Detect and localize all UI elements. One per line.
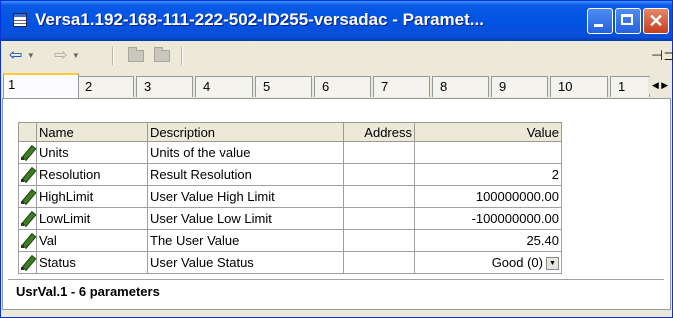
table-row[interactable]: Status User Value Status Good (0) ▼ [18,251,562,274]
param-name[interactable]: HighLimit [36,185,148,208]
back-button[interactable]: ⇦ ▼ [9,47,35,65]
column-header-value[interactable]: Value [414,122,562,142]
param-address[interactable] [343,207,415,230]
param-name[interactable]: Status [36,251,148,274]
row-marker [18,207,37,230]
pencil-icon [19,186,36,204]
close-icon: ✕ [648,11,664,31]
forward-button[interactable]: ⇨ ▼ [54,47,80,65]
pencil-icon [19,208,36,226]
forward-arrow-icon: ⇨ [54,47,68,65]
table-row[interactable]: Resolution Result Resolution 2 [18,163,562,186]
param-value[interactable]: Good (0) [492,255,543,270]
chevron-down-icon[interactable]: ▼ [546,257,559,271]
param-description: Units of the value [147,141,344,164]
param-name[interactable]: Resolution [36,163,148,186]
back-arrow-icon: ⇦ [9,47,23,65]
maximize-icon [621,14,633,25]
tab-scroll-buttons[interactable]: ◀ ▶ [648,77,672,94]
tab-2[interactable]: 2 [77,76,134,97]
param-description: User Value High Limit [147,185,344,208]
minimize-icon [594,24,603,27]
tab-10[interactable]: 10 [550,76,608,97]
pencil-icon [19,230,36,248]
param-description: User Value Low Limit [147,207,344,230]
pin-icon[interactable]: ⊣⊐ [651,47,673,64]
row-marker [18,163,37,186]
column-header-name[interactable]: Name [36,122,148,142]
param-description: Result Resolution [147,163,344,186]
row-marker [18,251,37,274]
param-value[interactable]: 25.40 [414,229,562,252]
close-button[interactable]: ✕ [643,8,669,34]
table-app-icon [13,13,27,27]
param-value[interactable]: -100000000.00 [414,207,562,230]
param-value[interactable]: 100000000.00 [414,185,562,208]
param-name[interactable]: Val [36,229,148,252]
tab-4[interactable]: 4 [195,76,253,97]
parameter-window: Versa1.192-168-111-222-502-ID255-versada… [0,0,673,318]
column-header-description[interactable]: Description [147,122,344,142]
pencil-icon [19,142,36,160]
chevron-down-icon[interactable]: ▼ [27,51,35,60]
pencil-icon [19,164,36,182]
row-header-corner [18,122,37,142]
toolbar: ⇦ ▼ ⇨ ▼ ⊣⊐ [1,41,673,71]
toolbar-separator [181,47,183,65]
param-name[interactable]: Units [36,141,148,164]
table-row[interactable]: Units Units of the value [18,141,562,164]
row-marker [18,229,37,252]
column-header-address[interactable]: Address [343,122,415,142]
tab-strip: 1 2 3 4 5 6 7 8 9 10 1 ◀ ▶ [1,73,672,98]
scroll-right-icon[interactable]: ▶ [661,80,668,90]
minimize-button[interactable] [587,8,613,34]
tab-8[interactable]: 8 [432,76,489,97]
table-row[interactable]: Val The User Value 25.40 [18,229,562,252]
tab-5[interactable]: 5 [255,76,312,97]
tab-6[interactable]: 6 [314,76,371,97]
table-row[interactable]: LowLimit User Value Low Limit -100000000… [18,207,562,230]
param-address[interactable] [343,229,415,252]
window-title: Versa1.192-168-111-222-502-ID255-versada… [35,10,484,29]
param-address[interactable] [343,163,415,186]
parameter-table: Name Description Address Value Units Uni… [18,122,562,274]
chevron-down-icon[interactable]: ▼ [72,51,80,60]
maximize-button[interactable] [615,8,641,34]
param-address[interactable] [343,185,415,208]
param-value-select[interactable]: Good (0) ▼ [414,251,562,274]
param-address[interactable] [343,251,415,274]
param-address[interactable] [343,141,415,164]
tab-11[interactable]: 1 [610,76,650,97]
tab-3[interactable]: 3 [136,76,193,97]
scroll-left-icon[interactable]: ◀ [652,80,659,90]
pencil-icon [19,252,36,270]
tab-1[interactable]: 1 [3,73,79,98]
param-value[interactable]: 2 [414,163,562,186]
row-marker [18,185,37,208]
folder-icon[interactable] [128,47,144,62]
parameter-panel: Name Description Address Value Units Uni… [2,98,671,310]
toolbar-separator [112,47,114,65]
row-marker [18,141,37,164]
table-header-row: Name Description Address Value [18,122,562,142]
tab-7[interactable]: 7 [373,76,430,97]
param-name[interactable]: LowLimit [36,207,148,230]
table-row[interactable]: HighLimit User Value High Limit 10000000… [18,185,562,208]
param-description: User Value Status [147,251,344,274]
param-value[interactable] [414,141,562,164]
status-bar: UsrVal.1 - 6 parameters [8,279,664,303]
folder-icon[interactable] [154,47,170,62]
param-description: The User Value [147,229,344,252]
tab-9[interactable]: 9 [491,76,548,97]
title-bar[interactable]: Versa1.192-168-111-222-502-ID255-versada… [1,1,672,41]
